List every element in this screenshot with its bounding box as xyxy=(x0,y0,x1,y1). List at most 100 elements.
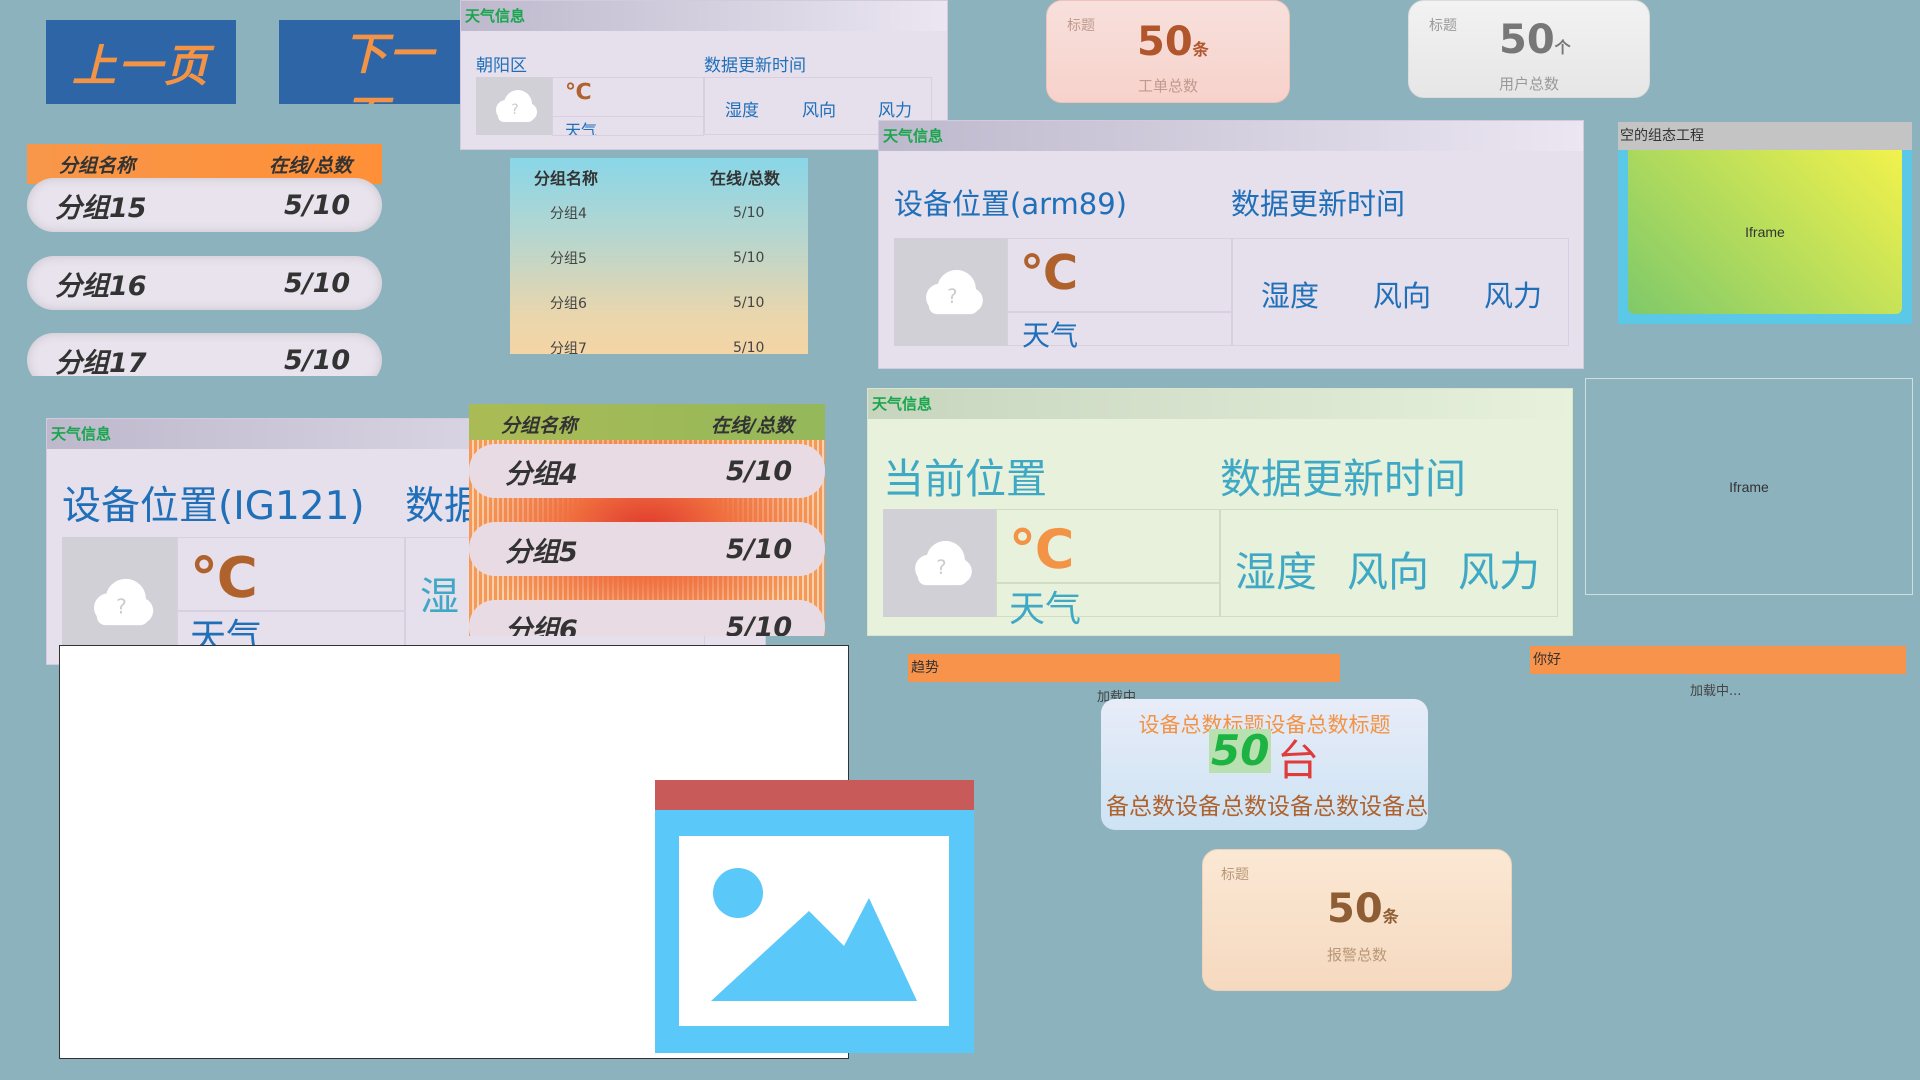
group-count: 5/10 xyxy=(733,249,765,266)
humidity-label: 湿度 xyxy=(725,101,759,121)
group-name: 分组17 xyxy=(55,347,147,377)
device-total-card: 设备总数标题设备总数标题 50 台 备总数设备总数设备总数设备总 xyxy=(1101,699,1428,830)
update-time-label: 数据更新时间 xyxy=(1231,187,1406,221)
col-online-total: 在线/总数 xyxy=(711,415,794,437)
location-label: 当前位置 xyxy=(883,455,1047,503)
temp-unit: ℃ xyxy=(190,546,258,611)
table-row[interactable]: 分组5 5/10 xyxy=(510,235,808,280)
col-online-total: 在线/总数 xyxy=(269,154,352,177)
group-count: 5/10 xyxy=(726,533,793,565)
wind-direction-label: 风向 xyxy=(1373,279,1432,313)
temp-unit: ℃ xyxy=(1009,518,1075,581)
group-count: 5/10 xyxy=(284,344,351,376)
wind-direction-label: 风向 xyxy=(802,101,836,121)
svg-text:?: ? xyxy=(116,595,127,619)
card-title: 标题 xyxy=(1429,18,1457,34)
col-group-name: 分组名称 xyxy=(59,154,136,177)
list-item[interactable]: 分组6 5/10 xyxy=(469,600,825,636)
weather-cell: 天气 xyxy=(552,116,704,136)
location-label: 朝阳区 xyxy=(476,56,527,76)
image-placeholder-icon xyxy=(655,780,974,1053)
list-item[interactable]: 分组4 5/10 xyxy=(469,444,825,498)
card-label: 工单总数 xyxy=(1137,77,1198,95)
col-group-name: 分组名称 xyxy=(501,415,578,437)
group-name: 分组5 xyxy=(550,250,587,267)
card-unit: 条 xyxy=(1382,907,1399,926)
weather-label: 天气 xyxy=(1009,589,1082,630)
prev-page-label: 上一页 xyxy=(72,41,210,92)
weather-panel-arm89: 天气信息 设备位置(arm89) 数据更新时间 ? ℃ 天气 湿度 风向 风力 xyxy=(878,120,1584,369)
group-count: 5/10 xyxy=(284,267,351,299)
card-value: 50 xyxy=(1499,17,1555,63)
table-row[interactable]: 分组7 5/10 xyxy=(510,325,808,355)
iframe-header: 空的组态工程 xyxy=(1618,122,1912,150)
svg-text:?: ? xyxy=(947,285,957,308)
card-value: 50 xyxy=(1327,886,1383,932)
image-placeholder-frame xyxy=(655,810,974,1053)
humidity-label: 湿度 xyxy=(1261,279,1320,313)
list-item[interactable]: 分组15 5/10 xyxy=(27,178,382,232)
card-value-wrap: 50条 xyxy=(1327,886,1399,932)
image-placeholder-topbar xyxy=(655,780,974,810)
list-item-clip: 分组17 5/10 xyxy=(27,333,382,376)
panel-header: 天气信息 xyxy=(461,1,947,31)
wind-force-label: 风力 xyxy=(1484,279,1543,313)
humidity-label: 湿度 xyxy=(1235,548,1317,596)
col-group-name: 分组名称 xyxy=(534,169,599,188)
svg-text:?: ? xyxy=(936,556,946,579)
location-label: 设备位置(IG121) xyxy=(62,484,365,529)
temp-unit: ℃ xyxy=(1020,245,1079,301)
table-header: 分组名称 在线/总数 xyxy=(469,404,825,440)
group-count: 5/10 xyxy=(284,189,351,221)
device-total-unit: 台 xyxy=(1277,736,1320,785)
panel-header: 天气信息 xyxy=(879,121,1583,151)
list-item[interactable]: 分组17 5/10 xyxy=(27,333,382,376)
card-unit: 条 xyxy=(1192,40,1209,59)
group-name: 分组7 xyxy=(550,340,587,355)
device-total-label: 备总数设备总数设备总数设备总 xyxy=(1106,794,1428,820)
iframe-panel-mid[interactable]: Iframe xyxy=(1585,378,1913,595)
list-item[interactable]: 分组5 5/10 xyxy=(469,522,825,576)
iframe-label: Iframe xyxy=(1745,224,1785,240)
card-title: 标题 xyxy=(1221,867,1249,883)
card-value-wrap: 50个 xyxy=(1499,17,1571,63)
hello-loading-text: 加载中... xyxy=(1690,684,1742,699)
group-name: 分组5 xyxy=(505,536,578,568)
iframe-label: Iframe xyxy=(1729,478,1769,495)
wind-cell: 湿度 风向 风力 xyxy=(1232,238,1569,346)
svg-text:?: ? xyxy=(511,102,518,118)
iframe-frame[interactable]: Iframe xyxy=(1628,150,1902,314)
group-name: 分组6 xyxy=(550,295,587,312)
group-name: 分组15 xyxy=(55,192,147,224)
col-online-total: 在线/总数 xyxy=(710,169,780,188)
update-time-label: 数据更新时间 xyxy=(1220,455,1466,503)
group-list-3: 分组名称 在线/总数 分组4 5/10 分组5 5/10 分组6 5/10 xyxy=(469,404,825,636)
weather-panel-small: 天气信息 朝阳区 数据更新时间 ? ℃ 天气 湿度 风向 风力 xyxy=(460,0,948,150)
next-page-label: 下一页 xyxy=(343,29,435,104)
wind-force-label: 风力 xyxy=(1458,548,1540,596)
weather-label: 天气 xyxy=(565,121,598,136)
table-row[interactable]: 分组4 5/10 xyxy=(510,190,808,235)
group-name: 分组4 xyxy=(505,458,578,490)
image-placeholder-inner xyxy=(679,836,949,1026)
group-count: 5/10 xyxy=(733,339,765,355)
update-time-label: 数据更新时间 xyxy=(704,56,806,76)
cloud-question-icon: ? xyxy=(883,509,996,617)
table-row[interactable]: 分组6 5/10 xyxy=(510,280,808,325)
panel-header: 天气信息 xyxy=(868,389,1572,419)
hello-chart-header: 你好 xyxy=(1530,646,1906,674)
prev-page-button[interactable]: 上一页 xyxy=(46,20,236,104)
group-list-2: 分组名称 在线/总数 分组4 5/10 分组5 5/10 分组6 5/10 分组… xyxy=(510,158,808,354)
trend-chart-header: 趋势 xyxy=(908,654,1340,682)
card-title: 标题 xyxy=(1067,18,1095,34)
card-label: 用户总数 xyxy=(1498,75,1559,93)
group-count: 5/10 xyxy=(733,204,765,221)
group-name: 分组4 xyxy=(550,205,587,222)
device-total-value: 50 xyxy=(1209,726,1272,775)
card-value: 50 xyxy=(1137,19,1193,65)
weather-cell: 天气 xyxy=(1007,312,1232,352)
cloud-question-icon: ? xyxy=(476,77,552,135)
list-item[interactable]: 分组16 5/10 xyxy=(27,256,382,310)
next-page-button[interactable]: 下一页 xyxy=(279,20,464,104)
group-count: 5/10 xyxy=(726,455,793,487)
